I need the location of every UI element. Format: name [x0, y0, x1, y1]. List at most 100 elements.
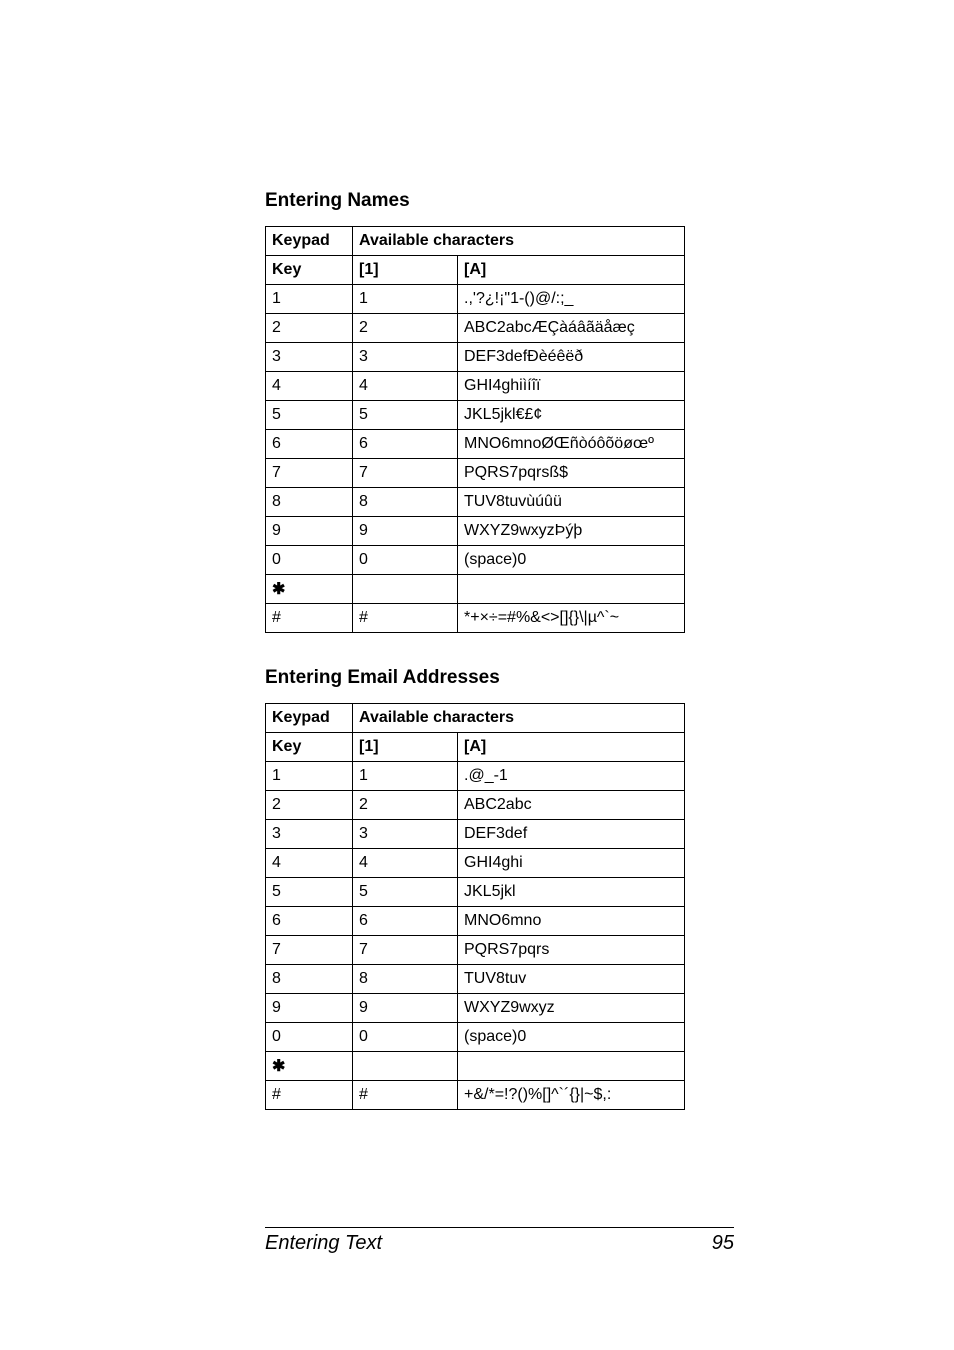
cell: MNO6mnoØŒñòóôõöøœº [458, 430, 685, 459]
cell [458, 575, 685, 604]
cell: .@_-1 [458, 762, 685, 791]
table-row: 33DEF3defÐèéêëð [266, 343, 685, 372]
cell: 5 [353, 401, 458, 430]
cell: PQRS7pqrs [458, 936, 685, 965]
cell: 7 [353, 459, 458, 488]
cell: 3 [353, 820, 458, 849]
cell: 7 [353, 936, 458, 965]
cell: 9 [353, 517, 458, 546]
table-row: 88TUV8tuv [266, 965, 685, 994]
th-one: [1] [353, 733, 458, 762]
cell: MNO6mno [458, 907, 685, 936]
table-row: 00(space)0 [266, 546, 685, 575]
table-row: 66MNO6mnoØŒñòóôõöøœº [266, 430, 685, 459]
cell [458, 1052, 685, 1081]
cell: DEF3def [458, 820, 685, 849]
cell: 4 [266, 849, 353, 878]
cell: 9 [266, 994, 353, 1023]
table-row: 55JKL5jkl€£¢ [266, 401, 685, 430]
table-row: 33DEF3def [266, 820, 685, 849]
table-row: ✱ [266, 575, 685, 604]
table-row: ##+&/*=!?()%[]^`´{}|~$,: [266, 1081, 685, 1110]
email-table: Keypad Available characters Key [1] [A] … [265, 703, 685, 1110]
page-footer: Entering Text 95 [265, 1227, 734, 1255]
cell: ABC2abc [458, 791, 685, 820]
cell: 2 [266, 314, 353, 343]
table-row: 99WXYZ9wxyzÞýþ [266, 517, 685, 546]
cell: 6 [353, 907, 458, 936]
table-row: 00(space)0 [266, 1023, 685, 1052]
cell: 6 [266, 907, 353, 936]
section-heading: Entering Names [265, 190, 734, 212]
cell: +&/*=!?()%[]^`´{}|~$,: [458, 1081, 685, 1110]
cell: # [353, 1081, 458, 1110]
cell: JKL5jkl [458, 878, 685, 907]
cell: GHI4ghi [458, 849, 685, 878]
cell: # [353, 604, 458, 633]
cell: 2 [353, 314, 458, 343]
cell: 0 [266, 546, 353, 575]
cell: 5 [266, 878, 353, 907]
cell: 9 [266, 517, 353, 546]
table-row: 11.@_-1 [266, 762, 685, 791]
cell: 8 [353, 488, 458, 517]
table-row: ##*+×÷=#%&<>[]{}\|µ^`~ [266, 604, 685, 633]
table-row: 77PQRS7pqrsß$ [266, 459, 685, 488]
cell: 1 [266, 285, 353, 314]
footer-title: Entering Text [265, 1232, 382, 1255]
table-row: 22ABC2abc [266, 791, 685, 820]
cell: 2 [266, 791, 353, 820]
cell: 0 [353, 1023, 458, 1052]
names-table: Keypad Available characters Key [1] [A] … [265, 226, 685, 633]
th-one: [1] [353, 256, 458, 285]
cell: 4 [353, 849, 458, 878]
cell: WXYZ9wxyz [458, 994, 685, 1023]
cell: TUV8tuv [458, 965, 685, 994]
table-row: 77PQRS7pqrs [266, 936, 685, 965]
cell: 8 [266, 965, 353, 994]
th-key: Key [266, 733, 353, 762]
cell: 3 [266, 820, 353, 849]
cell: 7 [266, 936, 353, 965]
cell: 3 [353, 343, 458, 372]
cell: 0 [266, 1023, 353, 1052]
table-row: 44GHI4ghi [266, 849, 685, 878]
cell: 4 [353, 372, 458, 401]
cell: # [266, 604, 353, 633]
th-keypad: Keypad [266, 704, 353, 733]
cell: 1 [353, 762, 458, 791]
cell: DEF3defÐèéêëð [458, 343, 685, 372]
cell: ✱ [266, 575, 353, 604]
cell: TUV8tuvùúûü [458, 488, 685, 517]
cell: 3 [266, 343, 353, 372]
page-number: 95 [712, 1232, 734, 1255]
cell: 6 [353, 430, 458, 459]
cell: 6 [266, 430, 353, 459]
table-row: 11.,'?¿!¡"1-()@/:;_ [266, 285, 685, 314]
cell: 0 [353, 546, 458, 575]
table-row: 55JKL5jkl [266, 878, 685, 907]
th-a: [A] [458, 256, 685, 285]
table-row: 88TUV8tuvùúûü [266, 488, 685, 517]
th-keypad: Keypad [266, 227, 353, 256]
cell [353, 575, 458, 604]
cell: 2 [353, 791, 458, 820]
page: Entering Names Keypad Available characte… [0, 0, 954, 1350]
cell: GHI4ghiìíîï [458, 372, 685, 401]
cell [353, 1052, 458, 1081]
th-available: Available characters [353, 704, 685, 733]
table-row: 66MNO6mno [266, 907, 685, 936]
cell: 1 [353, 285, 458, 314]
th-key: Key [266, 256, 353, 285]
table-row: 99WXYZ9wxyz [266, 994, 685, 1023]
cell: 5 [266, 401, 353, 430]
cell: 7 [266, 459, 353, 488]
cell: JKL5jkl€£¢ [458, 401, 685, 430]
cell: .,'?¿!¡"1-()@/:;_ [458, 285, 685, 314]
cell: PQRS7pqrsß$ [458, 459, 685, 488]
cell: 8 [353, 965, 458, 994]
cell: 4 [266, 372, 353, 401]
cell: WXYZ9wxyzÞýþ [458, 517, 685, 546]
table-row: 22ABC2abcÆÇàáâãäåæç [266, 314, 685, 343]
cell: 5 [353, 878, 458, 907]
